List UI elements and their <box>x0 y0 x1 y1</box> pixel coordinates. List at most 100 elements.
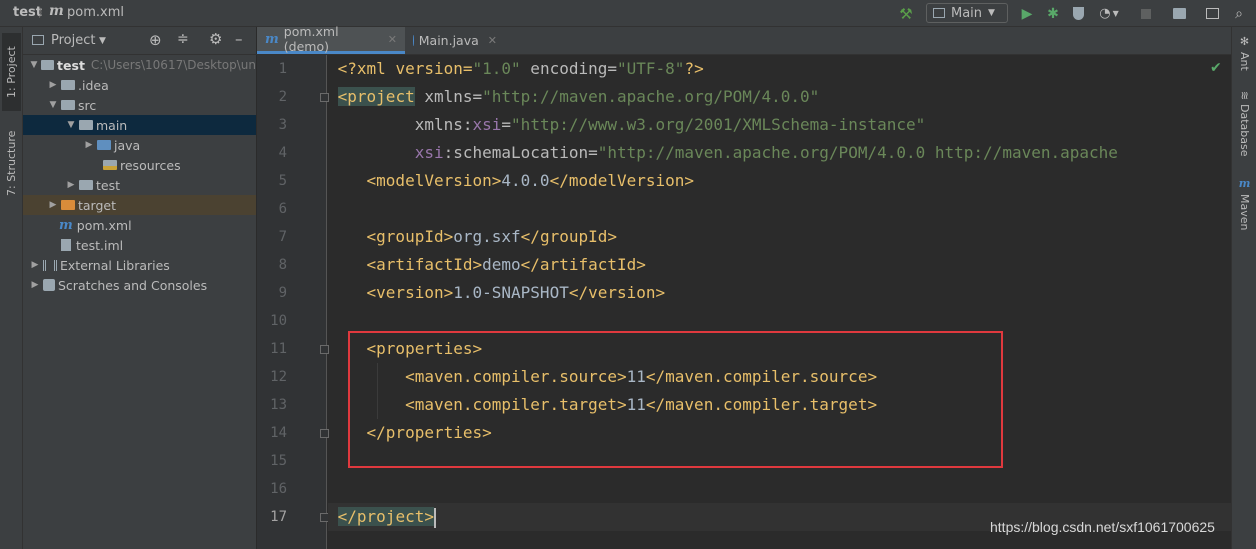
resources-folder-icon <box>103 160 117 170</box>
iml-file-icon <box>61 239 71 251</box>
code-line-5: <modelVersion>4.0.0</modelVersion> <box>328 171 695 190</box>
line-number: 15 <box>270 453 287 469</box>
expanded-arrow-icon[interactable]: ▼ <box>47 100 59 110</box>
expanded-arrow-icon[interactable]: ▼ <box>65 120 77 130</box>
maven-tab-label: Maven <box>1238 194 1251 231</box>
line-number: 12 <box>270 369 287 385</box>
tree-item-label: Scratches and Consoles <box>58 277 208 293</box>
collapsed-arrow-icon[interactable]: ▶ <box>29 260 41 270</box>
folder-icon <box>61 100 75 110</box>
code-line-3: xmlns:xsi="http://www.w3.org/2001/XMLSch… <box>328 115 926 134</box>
folder-icon <box>79 120 93 130</box>
stop-icon[interactable] <box>1140 4 1152 23</box>
tree-item-label: src <box>78 97 97 113</box>
terminal-icon[interactable] <box>1203 4 1221 23</box>
tree-item-scratches[interactable]: ▶ Scratches and Consoles <box>23 275 256 295</box>
line-number: 16 <box>270 481 287 497</box>
collapsed-arrow-icon[interactable]: ▶ <box>65 180 77 190</box>
database-tool-tab[interactable]: ≋ Database <box>1235 91 1254 157</box>
tree-item-label: .idea <box>78 77 109 93</box>
locate-target-icon[interactable]: ⊕ <box>149 31 162 49</box>
source-folder-icon <box>97 140 111 150</box>
line-number: 14 <box>270 425 287 441</box>
line-number: 5 <box>278 173 287 189</box>
collapse-all-icon[interactable]: ≑ <box>177 31 189 47</box>
maven-icon: m <box>1238 177 1251 190</box>
tree-item-test-root[interactable]: ▼ test C:\Users\10617\Desktop\un <box>23 55 256 75</box>
tree-item-label: main <box>96 117 128 133</box>
module-folder-icon <box>41 60 55 70</box>
watermark-text: https://blog.csdn.net/sxf1061700625 <box>990 519 1215 535</box>
project-view-title[interactable]: Project <box>51 33 95 48</box>
build-hammer-icon[interactable]: ⚒ <box>897 4 915 23</box>
line-number: 3 <box>278 117 287 133</box>
line-number: 2 <box>278 89 287 105</box>
tab-pom-xml[interactable]: m pom.xml (demo) ✕ <box>257 24 405 54</box>
tree-item-label: External Libraries <box>60 257 170 273</box>
run-icon[interactable]: ▶ <box>1019 4 1035 23</box>
code-line-4: xsi:schemaLocation="http://maven.apache.… <box>414 143 1118 162</box>
maven-tool-tab[interactable]: m Maven <box>1235 177 1254 230</box>
project-panel: Project ▼ ⊕ ≑ ⚙ – ▼ test C:\Users\10617\… <box>23 27 257 549</box>
tree-item-label: target <box>78 197 117 213</box>
maven-file-icon: m <box>59 217 73 233</box>
left-tool-stripe: 1: Project 7: Structure <box>0 27 23 549</box>
tree-item-resources[interactable]: resources <box>23 155 256 175</box>
collapsed-arrow-icon[interactable]: ▶ <box>47 200 59 210</box>
expanded-arrow-icon[interactable]: ▼ <box>28 60 39 70</box>
project-view-icon <box>32 35 44 45</box>
project-structure-icon[interactable] <box>1170 4 1188 23</box>
navigation-bar: test ⟩ m pom.xml ⚒ Main ▼ ▶ ✱ ◔ ▼ ⌕ <box>0 0 1256 27</box>
breadcrumb-separator: ⟩ <box>38 5 43 19</box>
structure-tool-tab[interactable]: 7: Structure <box>2 123 21 203</box>
tree-item-pom-xml[interactable]: m pom.xml <box>23 215 256 235</box>
editor-tab-bar: m pom.xml (demo) ✕ Main.java ✕ <box>257 24 1231 55</box>
tree-item-test-folder[interactable]: ▶ test <box>23 175 256 195</box>
tree-item-label: test <box>96 177 121 193</box>
close-icon[interactable]: ✕ <box>488 34 497 47</box>
chevron-down-icon[interactable]: ▼ <box>99 36 106 46</box>
line-number: 9 <box>278 285 287 301</box>
code-editor[interactable]: <?xml version="1.0" encoding="UTF-8"?> <… <box>328 55 1231 549</box>
run-config-label: Main <box>951 5 983 21</box>
tree-item-src[interactable]: ▼ src <box>23 95 256 115</box>
tree-item-path: C:\Users\10617\Desktop\un <box>90 58 256 72</box>
collapsed-arrow-icon[interactable]: ▶ <box>83 140 95 150</box>
tree-item-test-iml[interactable]: test.iml <box>23 235 256 255</box>
inspection-ok-check-icon[interactable]: ✔ <box>1210 60 1222 76</box>
tree-item-idea[interactable]: ▶ .idea <box>23 75 256 95</box>
tree-item-main[interactable]: ▼ main <box>23 115 256 135</box>
tab-main-java[interactable]: Main.java ✕ <box>405 27 505 54</box>
profile-icon[interactable]: ◔ ▼ <box>1096 4 1122 23</box>
gear-icon[interactable]: ⚙ <box>209 30 222 48</box>
line-number: 10 <box>270 313 287 329</box>
collapsed-arrow-icon[interactable]: ▶ <box>29 280 41 290</box>
database-tab-label: Database <box>1238 104 1251 157</box>
collapsed-arrow-icon[interactable]: ▶ <box>47 80 59 90</box>
folder-icon <box>61 80 75 90</box>
code-line-9: <version>1.0-SNAPSHOT</version> <box>328 283 666 302</box>
tree-item-external-libraries[interactable]: ▶ External Libraries <box>23 255 256 275</box>
close-icon[interactable]: ✕ <box>388 33 397 46</box>
ant-icon: ✻ <box>1238 35 1251 48</box>
debug-icon[interactable]: ✱ <box>1044 4 1062 23</box>
java-class-icon <box>413 35 414 46</box>
line-number: 1 <box>278 61 287 77</box>
search-everywhere-icon[interactable]: ⌕ <box>1230 4 1248 23</box>
run-configuration-select[interactable]: Main ▼ <box>926 3 1008 23</box>
coverage-icon[interactable] <box>1070 4 1086 23</box>
line-number: 17 <box>270 509 287 525</box>
breadcrumb-file[interactable]: pom.xml <box>67 5 124 20</box>
library-icon <box>43 259 57 271</box>
project-tool-tab[interactable]: 1: Project <box>2 33 21 111</box>
tree-item-java[interactable]: ▶ java <box>23 135 256 155</box>
scratches-icon <box>43 279 55 291</box>
code-line-1: <?xml version="1.0" encoding="UTF-8"?> <box>337 59 704 78</box>
tree-item-label: java <box>114 137 141 153</box>
hide-panel-icon[interactable]: – <box>235 30 243 48</box>
tab-label: Main.java <box>418 33 479 48</box>
ant-tool-tab[interactable]: ✻ Ant <box>1235 35 1254 71</box>
editor-gutter: 1 2 3 4 5 6 7 8 9 10 11 12 13 14 15 16 1… <box>257 55 329 549</box>
tree-item-target[interactable]: ▶ target <box>23 195 256 215</box>
line-number: 7 <box>278 229 287 245</box>
